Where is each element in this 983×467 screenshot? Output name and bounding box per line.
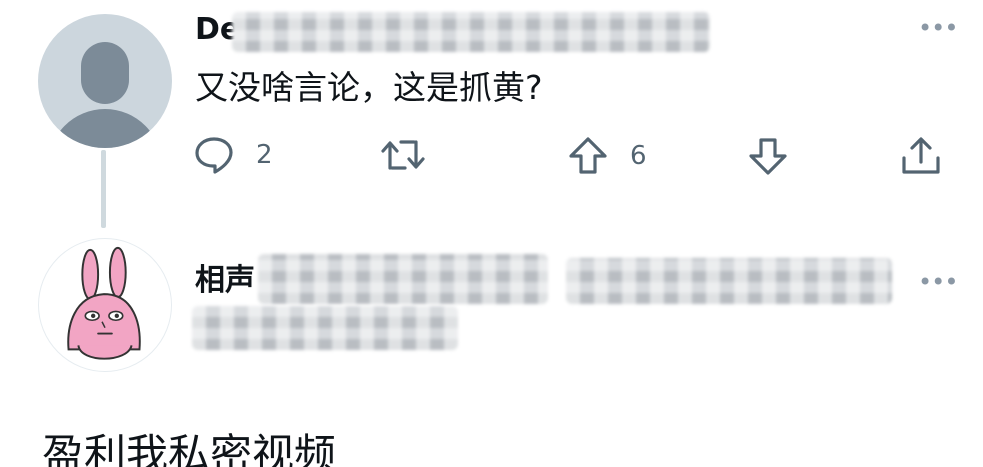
upvote-button[interactable]: 6 [568,136,647,176]
avatar-head-shape [81,42,129,104]
comment-bubble-icon [195,137,233,174]
bunny-character-icon [67,246,141,360]
downvote-button[interactable] [748,136,788,176]
redacted-username-1 [232,12,710,52]
redacted-username-2a [258,254,548,304]
more-dots-icon[interactable]: ••• [918,270,958,294]
share-icon [902,137,940,174]
upvote-count: 6 [630,141,647,171]
retweet-button[interactable] [380,136,426,174]
redacted-username-2b [566,258,892,304]
reply-count: 2 [256,140,273,170]
thread-connector [101,150,106,228]
arrow-down-icon [749,138,787,175]
bunny-avatar[interactable] [38,238,172,372]
default-avatar[interactable] [38,14,172,148]
avatar-body-shape [48,109,162,148]
screenshot-stage: De ••• 又没啥言论，这是抓黄? 2 6 相声 ••• 盈利我私密视频 [0,0,983,467]
more-dots-icon[interactable]: ••• [918,16,958,40]
author-name-2[interactable]: 相声 [195,264,255,298]
redacted-handle-2 [192,306,458,350]
arrow-up-icon [569,137,607,174]
share-button[interactable] [900,136,942,176]
tweet-text: 又没啥言论，这是抓黄? [195,68,543,107]
retweet-icon [381,140,425,170]
reply-button[interactable]: 2 [194,136,273,174]
bottom-caption: 盈利我私密视频 [42,430,337,467]
